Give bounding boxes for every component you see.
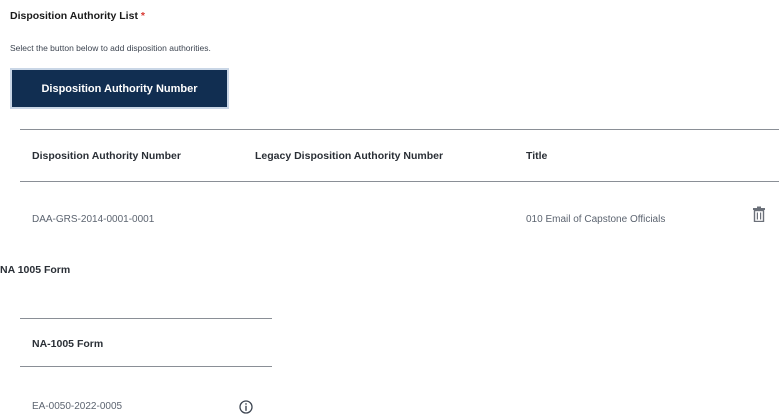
column-header-legacy-number: Legacy Disposition Authority Number xyxy=(255,150,444,162)
required-marker: * xyxy=(140,10,145,22)
table-header-rule xyxy=(20,181,779,182)
na-1005-form-title: NA 1005 Form xyxy=(0,264,71,276)
column-header-disposition-number: Disposition Authority Number xyxy=(32,150,181,162)
column-header-na-1005-form: NA-1005 Form xyxy=(32,338,104,350)
section-title-text: Disposition Authority List xyxy=(10,10,138,22)
table-top-rule xyxy=(20,129,779,130)
form-table-header-rule xyxy=(20,366,272,367)
trash-icon[interactable] xyxy=(752,206,766,222)
helper-text: Select the button below to add dispositi… xyxy=(10,43,211,53)
info-icon[interactable] xyxy=(239,400,253,414)
cell-na-1005-form: EA-0050-2022-0005 xyxy=(32,401,123,412)
disposition-authority-list-title: Disposition Authority List * xyxy=(10,10,145,22)
add-disposition-authority-button-label: Disposition Authority Number xyxy=(41,82,198,95)
column-header-title: Title xyxy=(526,150,548,162)
cell-title: 010 Email of Capstone Officials xyxy=(526,214,666,225)
add-disposition-authority-button[interactable]: Disposition Authority Number xyxy=(10,68,229,109)
form-table-top-rule xyxy=(20,318,272,319)
cell-disposition-number: DAA-GRS-2014-0001-0001 xyxy=(32,214,155,225)
disposition-authority-page: Disposition Authority List * Select the … xyxy=(0,0,779,415)
